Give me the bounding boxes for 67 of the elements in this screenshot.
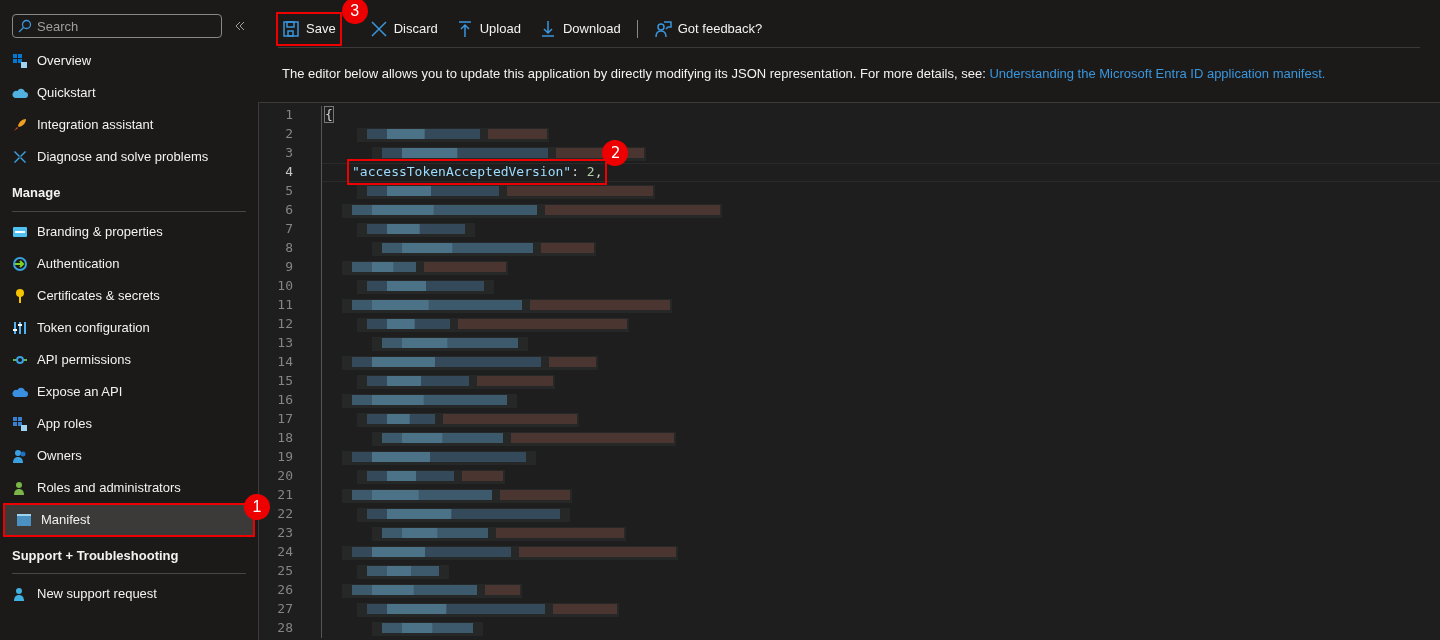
feedback-icon xyxy=(653,19,672,38)
line-number: 9 xyxy=(284,258,294,277)
line-number: 16 xyxy=(276,391,294,410)
line-number: 11 xyxy=(276,296,294,315)
section-heading: Manage xyxy=(12,185,61,200)
line-number: 5 xyxy=(284,182,294,201)
window-icon xyxy=(16,511,32,528)
nav-item[interactable]: API permissions xyxy=(0,343,258,376)
description-text: The editor below allows you to update this application by directly modifying its JSON representation. For more details, see: Understanding the Microsoft Entra ID application manifest. xyxy=(282,65,1327,83)
nav-item[interactable]: Integration assistant xyxy=(0,109,258,141)
line-number: 13 xyxy=(276,334,294,353)
callout-number: 2 xyxy=(602,140,629,167)
nav-item[interactable]: Overview xyxy=(0,45,258,77)
search-field[interactable]: Search xyxy=(12,14,222,38)
line-number: 12 xyxy=(276,315,294,334)
line-number: 28 xyxy=(276,619,294,638)
sliders-icon xyxy=(12,319,28,336)
toolbar-button[interactable]: Download xyxy=(536,13,623,44)
nav-item[interactable]: Branding & properties xyxy=(0,215,258,248)
grid-icon xyxy=(12,415,28,432)
line-number: 6 xyxy=(284,201,294,220)
close-icon xyxy=(369,19,388,38)
nav-item[interactable]: Quickstart xyxy=(0,77,258,109)
nav-item[interactable]: Certificates & secrets xyxy=(0,279,258,312)
toolbar-button[interactable]: Discard xyxy=(367,13,440,44)
line-number: 15 xyxy=(276,372,294,391)
line-number: 19 xyxy=(276,448,294,467)
nav-item[interactable]: App roles xyxy=(0,407,258,440)
nav-item[interactable]: Diagnose and solve problems xyxy=(0,141,258,173)
line-number: 25 xyxy=(276,562,294,581)
line-number: 3 xyxy=(284,144,294,163)
search-icon xyxy=(18,19,32,33)
line-number: 1 xyxy=(284,106,294,125)
line-number: 24 xyxy=(276,543,294,562)
collapse-icon[interactable] xyxy=(234,20,246,32)
toolbar-button[interactable]: Upload xyxy=(453,13,523,44)
section-heading: Support + Troubleshooting xyxy=(12,547,179,563)
line-number: 20 xyxy=(276,467,294,486)
line-number: 10 xyxy=(276,277,294,296)
line-number: 7 xyxy=(284,220,294,239)
people-icon xyxy=(12,447,28,464)
sign-in-icon xyxy=(12,255,28,272)
line-number: 27 xyxy=(276,600,294,619)
line-number: 8 xyxy=(284,239,294,258)
grid-icon xyxy=(12,53,28,69)
nav-item[interactable]: New support request xyxy=(0,578,258,610)
callout-number: 3 xyxy=(341,0,368,24)
nav-item[interactable]: Expose an API xyxy=(0,375,258,408)
line-number: 22 xyxy=(276,505,294,524)
line-number: 4 xyxy=(284,163,294,182)
manifest-docs-link[interactable]: Understanding the Microsoft Entra ID application manifest. xyxy=(989,66,1326,81)
code-text: { xyxy=(324,106,334,124)
nav-item[interactable]: Manifest xyxy=(4,503,254,536)
line-number: 18 xyxy=(276,429,294,448)
code-text: "accessTokenAcceptedVersion": 2, xyxy=(350,162,605,182)
nav-item[interactable]: Authentication xyxy=(0,247,258,280)
line-number: 17 xyxy=(276,410,294,429)
save-icon xyxy=(282,19,300,38)
line-number: 2 xyxy=(284,125,294,144)
nav-item[interactable]: Token configuration xyxy=(0,311,258,344)
line-number: 21 xyxy=(276,486,294,505)
nav-item[interactable]: Owners xyxy=(0,439,258,472)
line-number: 23 xyxy=(276,524,294,543)
toolbar-button[interactable]: Got feedback? xyxy=(651,13,765,44)
line-number: 26 xyxy=(276,581,294,600)
line-number: 14 xyxy=(276,353,294,372)
toolbar-button[interactable]: Save xyxy=(278,13,340,44)
